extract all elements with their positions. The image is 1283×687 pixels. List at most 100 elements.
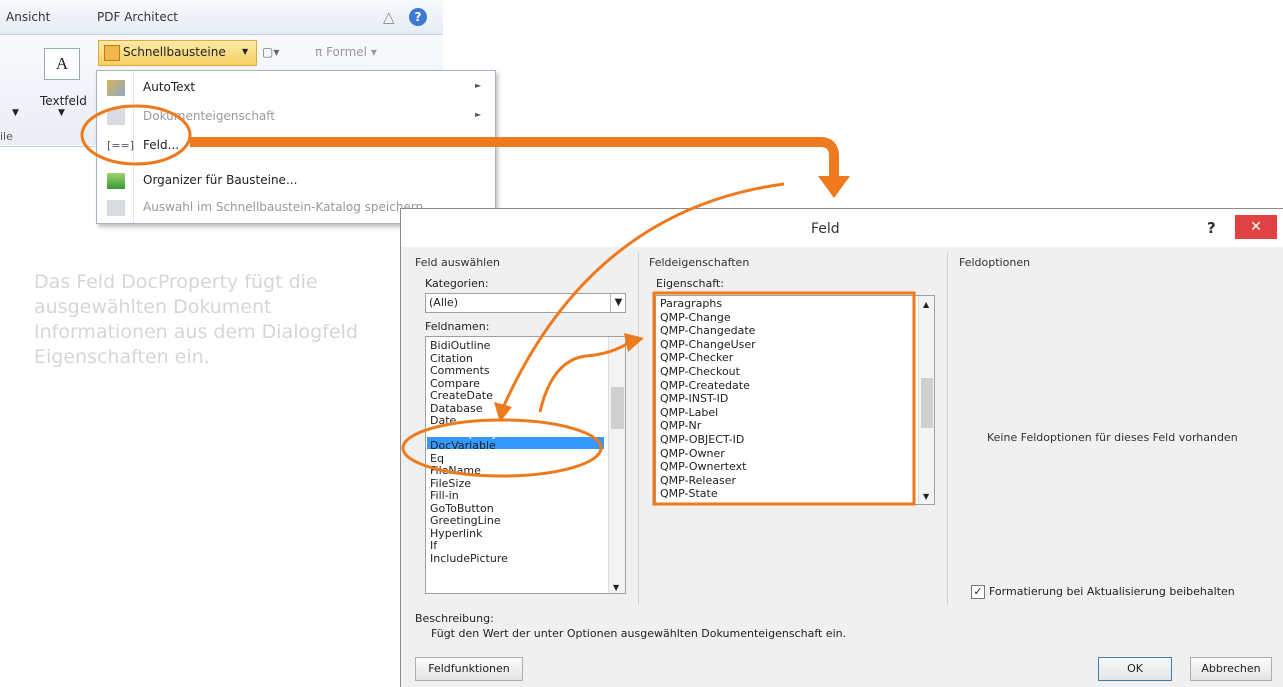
scrollbar[interactable]: ▲ ▼ xyxy=(918,296,934,504)
property-item[interactable]: QMP-Checker xyxy=(660,352,733,364)
fieldname-item[interactable]: Compare xyxy=(430,377,480,390)
ok-button[interactable]: OK xyxy=(1098,657,1172,681)
quickparts-icon xyxy=(104,45,120,61)
textbox-icon[interactable]: A xyxy=(44,48,80,80)
object-insert-icon[interactable]: ▢▾ xyxy=(262,45,279,59)
close-button[interactable]: ✕ xyxy=(1235,215,1277,239)
menu-item-label: Organizer für Bausteine... xyxy=(143,173,298,187)
chevron-down-icon[interactable]: ▼ xyxy=(923,492,929,501)
property-item[interactable]: QMP-State xyxy=(660,488,718,500)
section-title-field-properties: Feldeigenschaften xyxy=(649,256,750,269)
chevron-down-icon[interactable]: ▼ xyxy=(610,294,626,312)
caption-text: Das Feld DocProperty fügt die ausgewählt… xyxy=(34,271,358,368)
fieldname-item[interactable]: Hyperlink xyxy=(430,527,483,540)
chevron-down-icon[interactable]: ▼ xyxy=(613,583,619,592)
property-item[interactable]: QMP-Change xyxy=(660,311,731,324)
keep-format-checkbox[interactable]: ✓ xyxy=(971,585,985,599)
dialog-titlebar: Feld ? ✕ xyxy=(401,209,1283,247)
cancel-button[interactable]: Abbrechen xyxy=(1190,657,1272,681)
scrollbar-thumb[interactable] xyxy=(611,387,624,429)
submenu-arrow-icon: ► xyxy=(475,110,482,119)
tab-pdf-architect[interactable]: PDF Architect xyxy=(97,10,178,24)
fieldname-item[interactable]: FileSize xyxy=(430,477,471,490)
property-item[interactable]: Paragraphs xyxy=(660,298,722,310)
docprop-icon xyxy=(107,109,125,125)
textbox-button-label[interactable]: Textfeld xyxy=(40,94,87,108)
menu-item-autotext[interactable]: AutoText ► xyxy=(97,73,495,103)
dialog-title: Feld xyxy=(811,221,840,237)
menu-item-label: Dokumenteigenschaft xyxy=(143,109,275,123)
property-item[interactable]: QMP-ChangeUser xyxy=(660,338,756,351)
property-label: Eigenschaft: xyxy=(656,277,724,290)
section-title-field-options: Feldoptionen xyxy=(959,256,1031,269)
formula-button[interactable]: π Formel ▾ xyxy=(315,45,377,59)
organizer-icon xyxy=(107,173,125,189)
menu-item-docproperty[interactable]: Dokumenteigenschaft ► xyxy=(97,102,495,132)
field-icon: [==] xyxy=(107,139,135,152)
categories-select[interactable]: (Alle) ▼ xyxy=(425,293,626,313)
property-item[interactable]: QMP-Createdate xyxy=(660,379,750,392)
submenu-arrow-icon: ► xyxy=(475,81,482,90)
fieldname-item[interactable]: IncludePicture xyxy=(430,552,508,565)
menu-item-field[interactable]: [==] Feld... xyxy=(97,131,495,161)
no-options-text: Keine Feldoptionen für dieses Feld vorha… xyxy=(987,431,1238,444)
property-item[interactable]: QMP-Changedate xyxy=(660,325,755,337)
fieldname-item[interactable]: Citation xyxy=(430,352,473,365)
property-item[interactable]: QMP-Releaser xyxy=(660,474,736,487)
fieldname-item[interactable]: Date xyxy=(430,415,456,427)
fieldname-item[interactable]: If xyxy=(430,540,437,552)
fieldname-item[interactable]: GoToButton xyxy=(430,502,494,515)
keep-format-label: Formatierung bei Aktualisierung beibehal… xyxy=(989,585,1235,598)
field-dialog: Feld ? ✕ Feld auswählen Kategorien: (All… xyxy=(400,208,1283,687)
property-item[interactable]: QMP-Nr xyxy=(660,420,701,432)
help-icon[interactable]: ? xyxy=(1207,219,1216,237)
description-title: Beschreibung: xyxy=(415,612,494,625)
chevron-down-icon: ▼ xyxy=(242,47,249,56)
property-item[interactable]: QMP-OBJECT-ID xyxy=(660,434,744,446)
scrollbar[interactable]: ▼ xyxy=(608,337,625,593)
divider xyxy=(947,253,948,605)
field-codes-button[interactable]: Feldfunktionen xyxy=(415,657,523,681)
fieldname-item[interactable]: Comments xyxy=(430,365,490,377)
menu-item-label: Feld... xyxy=(143,138,180,152)
categories-value: (Alle) xyxy=(429,296,458,309)
pi-icon: π xyxy=(315,45,323,59)
chevron-down-icon[interactable]: ▼ xyxy=(12,108,19,118)
menu-item-organizer[interactable]: Organizer für Bausteine... xyxy=(97,166,495,196)
property-list[interactable]: Paragraphs QMP-Change QMP-Changedate QMP-Ch… xyxy=(655,295,935,505)
fieldname-item[interactable]: FileName xyxy=(430,465,481,477)
formula-label: Formel xyxy=(326,45,368,59)
fieldname-item[interactable]: BidiOutline xyxy=(430,340,490,352)
tab-ansicht[interactable]: Ansicht xyxy=(6,10,50,24)
quickparts-menu: AutoText ► Dokumenteigenschaft ► [==] Fe… xyxy=(96,70,496,224)
fieldnames-label: Feldnamen: xyxy=(425,320,490,333)
fieldname-item[interactable]: Eq xyxy=(430,452,444,465)
fieldname-item[interactable]: GreetingLine xyxy=(430,515,501,527)
fieldnames-list[interactable]: BidiOutline Citation Comments Compare Create… xyxy=(425,336,626,594)
property-item[interactable]: QMP-INST-ID xyxy=(660,393,728,405)
fieldname-item[interactable]: DocVariable xyxy=(430,440,496,452)
property-item[interactable]: QMP-Owner xyxy=(660,447,725,460)
fieldname-item[interactable]: Fill-in xyxy=(430,490,459,502)
fieldname-item[interactable]: DocProperty xyxy=(430,427,498,440)
autotext-icon xyxy=(107,80,125,96)
chevron-down-icon[interactable]: ▼ xyxy=(58,108,65,118)
ribbon: Ansicht PDF Architect △ ? ▼ A Textfeld ▼… xyxy=(0,0,496,230)
arrowhead-icon xyxy=(818,176,850,198)
categories-label: Kategorien: xyxy=(425,277,489,290)
property-item[interactable]: QMP-Label xyxy=(660,406,718,419)
quickparts-label: Schnellbausteine xyxy=(123,45,226,59)
section-title-select-field: Feld auswählen xyxy=(415,256,500,269)
help-icon[interactable]: ? xyxy=(409,8,427,26)
minimize-ribbon-icon[interactable]: △ xyxy=(383,8,395,26)
fieldname-item[interactable]: CreateDate xyxy=(430,390,493,402)
chevron-up-icon[interactable]: ▲ xyxy=(923,300,929,309)
save-selection-icon xyxy=(107,200,125,216)
menu-item-label: Auswahl im Schnellbaustein-Katalog speic… xyxy=(143,200,435,214)
property-item[interactable]: QMP-Checkout xyxy=(660,366,740,378)
ribbon-tab-bar: Ansicht PDF Architect △ ? xyxy=(0,0,443,35)
fieldname-item[interactable]: Database xyxy=(430,402,483,415)
scrollbar-thumb[interactable] xyxy=(921,378,933,428)
divider xyxy=(638,253,639,605)
property-item[interactable]: QMP-Ownertext xyxy=(660,461,746,473)
